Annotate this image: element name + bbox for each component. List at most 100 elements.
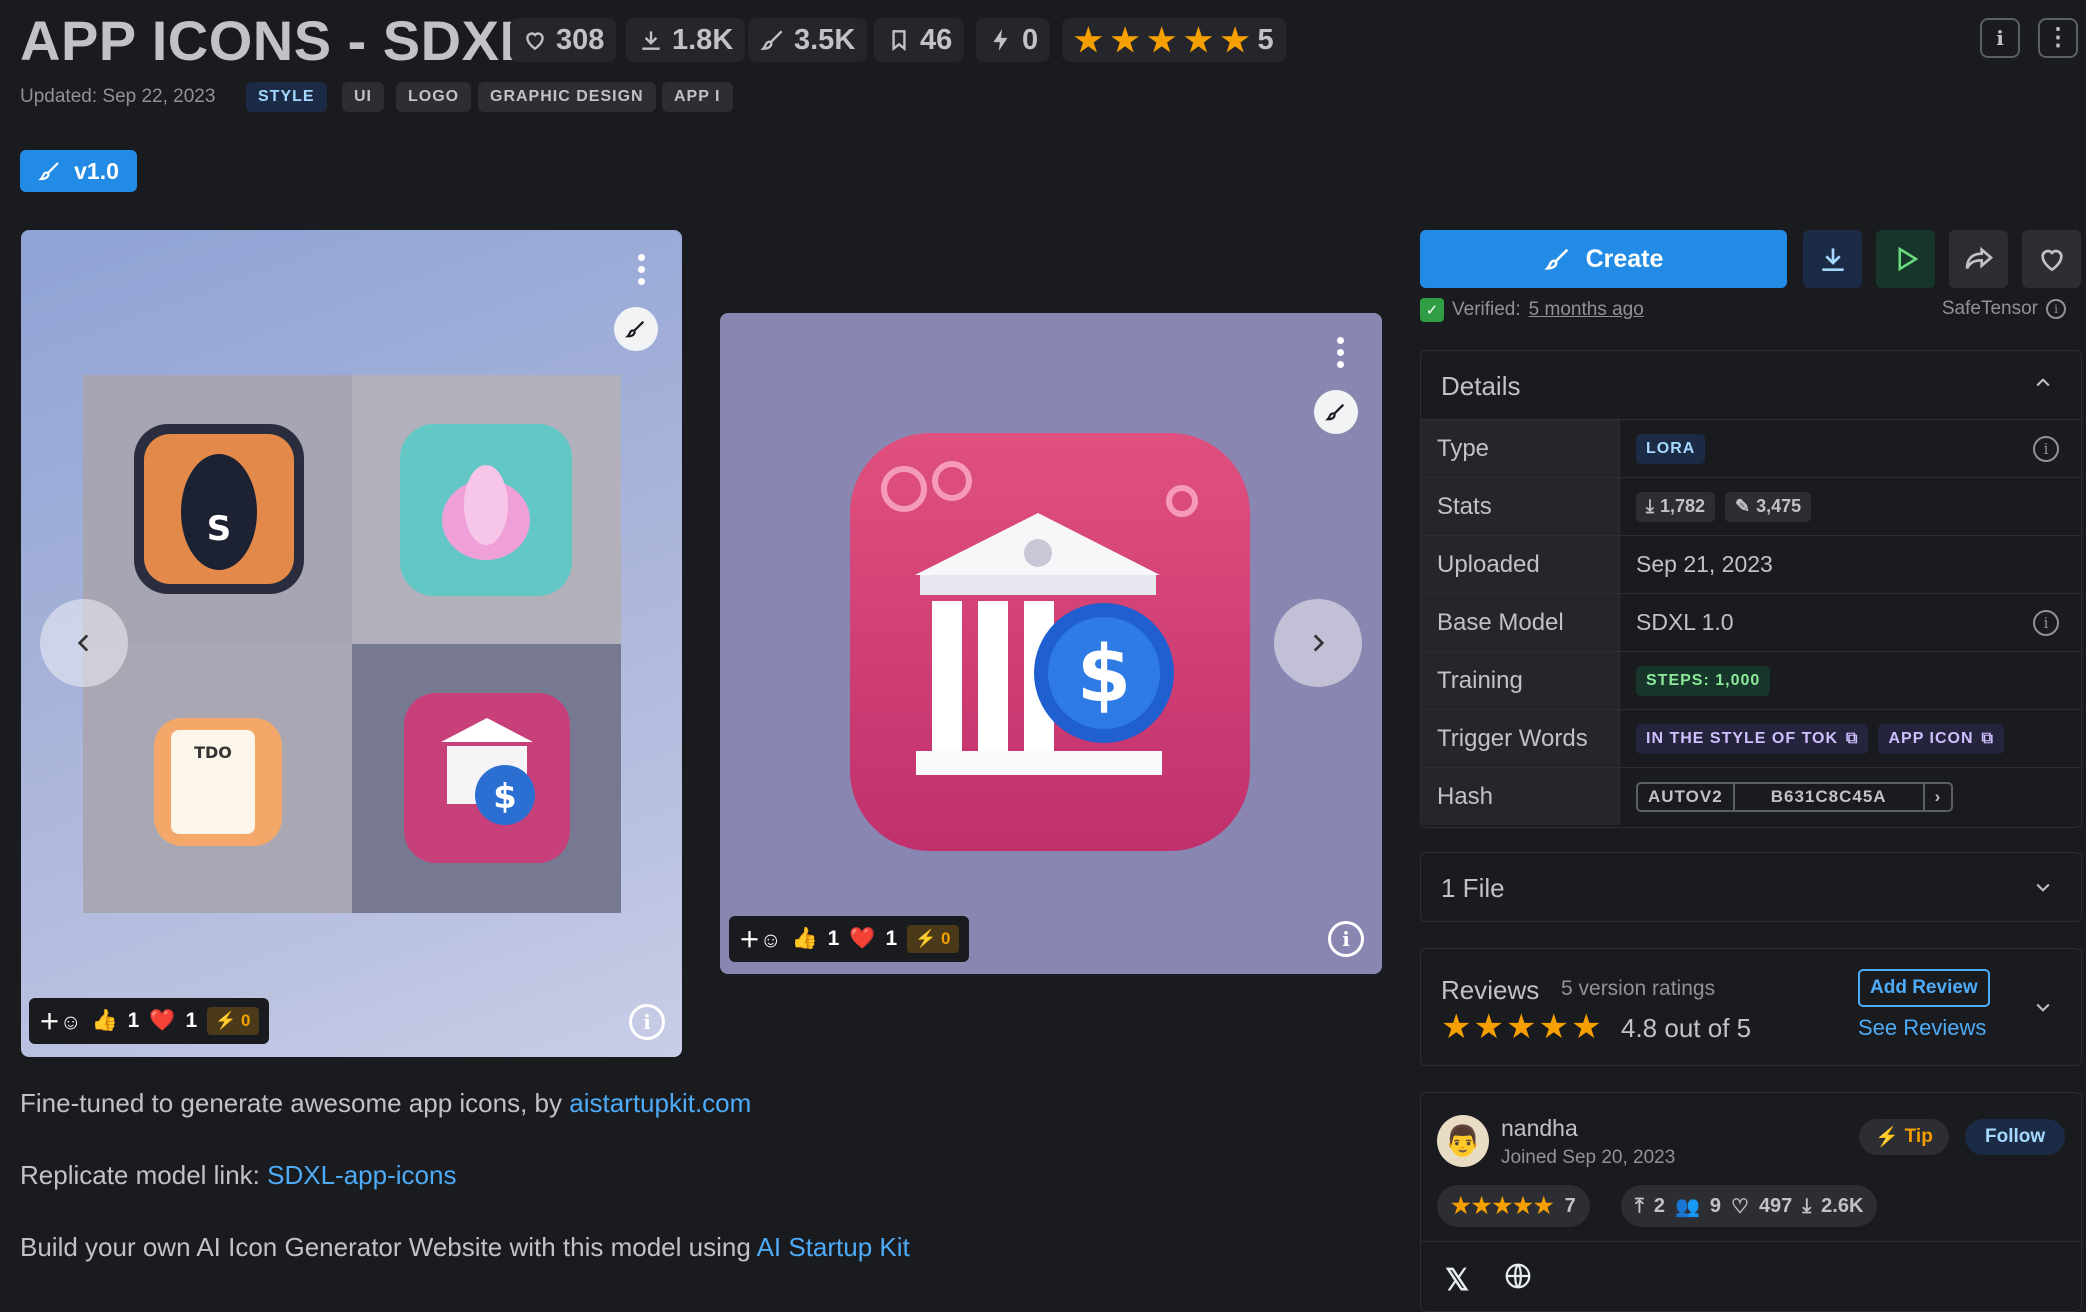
create-button[interactable]: Create: [1420, 230, 1787, 288]
info-icon[interactable]: i: [2046, 299, 2066, 319]
add-reaction-icon[interactable]: ＋☺: [39, 1006, 81, 1036]
brush-icon: [760, 30, 783, 50]
copy-icon[interactable]: ⧉: [1982, 730, 1994, 748]
favorite-button[interactable]: [2022, 230, 2081, 288]
collapse-details-button[interactable]: [2033, 373, 2053, 398]
updated-date: Updated: Sep 22, 2023: [20, 86, 216, 107]
detail-row-stats: Stats ⤓ 1,782 ✎ 3,475: [1421, 477, 2081, 535]
star-icon: ★: [1505, 1008, 1539, 1046]
svg-text:TDO: TDO: [194, 743, 232, 762]
detail-row-base-model: Base Model SDXL 1.0 i: [1421, 593, 2081, 651]
version-button[interactable]: v1.0: [20, 150, 137, 192]
download-button[interactable]: [1803, 230, 1862, 288]
buzz-tip-button[interactable]: ⚡ 0: [907, 925, 959, 953]
run-button[interactable]: [1876, 230, 1935, 288]
download-icon: ⤓: [1646, 496, 1654, 516]
creator-panel: 👨 nandha Joined Sep 20, 2023 ⚡ Tip Follow…: [1420, 1092, 2082, 1312]
add-reaction-icon[interactable]: ＋☺: [739, 924, 781, 954]
creator-stats: ⤒ 2 👥 9 ♡ 497 ⤓ 2.6K: [1621, 1185, 1878, 1227]
share-button[interactable]: [1949, 230, 2008, 288]
files-title: 1 File: [1441, 873, 1505, 903]
ai-startup-kit-link[interactable]: AI Startup Kit: [757, 1232, 910, 1262]
tip-button[interactable]: ⚡ Tip: [1859, 1119, 1949, 1155]
info-icon[interactable]: i: [2033, 609, 2059, 636]
star-icon: ★: [1074, 22, 1103, 58]
tag-logo[interactable]: LOGO: [396, 82, 472, 112]
gallery-image-2[interactable]: $ ＋☺ 👍 1 ❤️ 1 ⚡ 0 i: [720, 313, 1382, 974]
image-info-icon[interactable]: i: [1328, 921, 1364, 957]
aistartupkit-link[interactable]: aistartupkit.com: [569, 1088, 751, 1118]
detail-row-hash: Hash AUTOV2 B631C8C45A ›: [1421, 767, 2081, 825]
tag-graphic-design[interactable]: GRAPHIC DESIGN: [478, 82, 656, 112]
trigger-word-chip[interactable]: APP ICON ⧉: [1878, 723, 2004, 754]
heart-reaction-icon[interactable]: ❤️: [149, 1009, 175, 1033]
brush-icon: [1325, 403, 1345, 421]
verified-status: ✓ Verified: 5 months ago: [1420, 298, 1644, 322]
gallery-image-1[interactable]: S TDO $ ＋☺ 👍 1 ❤️ 1 ⚡ 0 i: [21, 230, 682, 1057]
hash-value[interactable]: B631C8C45A: [1735, 783, 1925, 810]
heart-reaction-icon[interactable]: ❤️: [849, 927, 875, 951]
follow-button[interactable]: Follow: [1965, 1119, 2066, 1155]
download-icon: [1821, 248, 1844, 271]
image-menu-button[interactable]: [636, 254, 646, 285]
star-icon: ★: [1570, 1008, 1604, 1046]
brush-icon: [38, 162, 59, 181]
more-menu-button[interactable]: ⋮: [2038, 18, 2078, 58]
globe-icon[interactable]: [1503, 1261, 1533, 1296]
creator-name[interactable]: nandha: [1501, 1115, 1578, 1142]
copy-icon[interactable]: ⧉: [1846, 730, 1858, 748]
tag-app[interactable]: APP I: [662, 82, 733, 112]
generations-stat[interactable]: 3.5K: [748, 18, 868, 62]
bookmark-icon: [892, 30, 906, 52]
description-line-3: Build your own AI Icon Generator Website…: [20, 1232, 910, 1262]
buzz-tip-button[interactable]: ⚡ 0: [207, 1007, 259, 1035]
info-icon[interactable]: i: [2033, 435, 2059, 462]
chevron-down-icon: [2036, 1003, 2050, 1012]
hash-widget[interactable]: AUTOV2 B631C8C45A ›: [1636, 781, 1954, 812]
see-reviews-link[interactable]: See Reviews: [1858, 1015, 1986, 1041]
files-panel[interactable]: 1 File: [1420, 852, 2082, 922]
expand-files-button[interactable]: [2033, 877, 2053, 902]
prev-image-button[interactable]: [40, 599, 128, 687]
next-image-button[interactable]: [1274, 599, 1362, 687]
star-icon: ★: [1147, 22, 1177, 58]
brush-icon: [1543, 248, 1568, 270]
tag-ui[interactable]: UI: [342, 82, 384, 112]
bookmarks-stat[interactable]: 46: [874, 18, 965, 62]
description-line-2: Replicate model link: SDXL-app-icons: [20, 1160, 457, 1190]
chevron-right-icon[interactable]: ›: [1925, 784, 1952, 810]
image-menu-button[interactable]: [1335, 337, 1345, 368]
page-title: APP ICONS - SDXL: [20, 9, 535, 72]
reactions-bar[interactable]: ＋☺ 👍 1 ❤️ 1 ⚡ 0: [729, 916, 969, 962]
info-button[interactable]: i: [1980, 18, 2020, 58]
remix-button[interactable]: [614, 307, 658, 351]
chevron-left-icon: [77, 634, 89, 652]
thumbs-up-icon[interactable]: 👍: [91, 1009, 117, 1033]
verified-time[interactable]: 5 months ago: [1529, 299, 1644, 321]
buzz-stat[interactable]: 0: [976, 18, 1051, 62]
rating-stars: ★★★★★: [1441, 1007, 1603, 1047]
generations-count: ✎ 3,475: [1725, 491, 1812, 522]
likes-stat[interactable]: 308: [510, 18, 617, 62]
tag-style[interactable]: STYLE: [246, 82, 327, 112]
expand-reviews-button[interactable]: [2033, 997, 2053, 1022]
reviews-title: Reviews: [1441, 975, 1540, 1005]
training-steps-badge: STEPS: 1,000: [1636, 665, 1771, 696]
reactions-bar[interactable]: ＋☺ 👍 1 ❤️ 1 ⚡ 0: [29, 998, 269, 1044]
reviews-count: 5 version ratings: [1561, 977, 1716, 1000]
star-icon: ★: [1441, 1008, 1474, 1046]
replicate-model-link[interactable]: SDXL-app-icons: [267, 1160, 456, 1190]
rating-stat[interactable]: ★ ★ ★ ★ ★ 5: [1062, 18, 1286, 62]
star-icon: ★: [1110, 22, 1140, 58]
hash-algo[interactable]: AUTOV2: [1638, 783, 1735, 810]
remix-button[interactable]: [1314, 390, 1358, 434]
avatar[interactable]: 👨: [1437, 1115, 1489, 1167]
downloads-stat[interactable]: 1.8K: [626, 18, 746, 62]
add-review-button[interactable]: Add Review: [1858, 969, 1990, 1007]
download-icon: [642, 31, 660, 50]
image-info-icon[interactable]: i: [629, 1004, 665, 1040]
trigger-word-chip[interactable]: IN THE STYLE OF TOK ⧉: [1636, 723, 1869, 754]
star-icon: ★: [1473, 1008, 1506, 1046]
thumbs-up-icon[interactable]: 👍: [791, 927, 817, 951]
x-social-icon[interactable]: 𝕏: [1445, 1263, 1469, 1298]
